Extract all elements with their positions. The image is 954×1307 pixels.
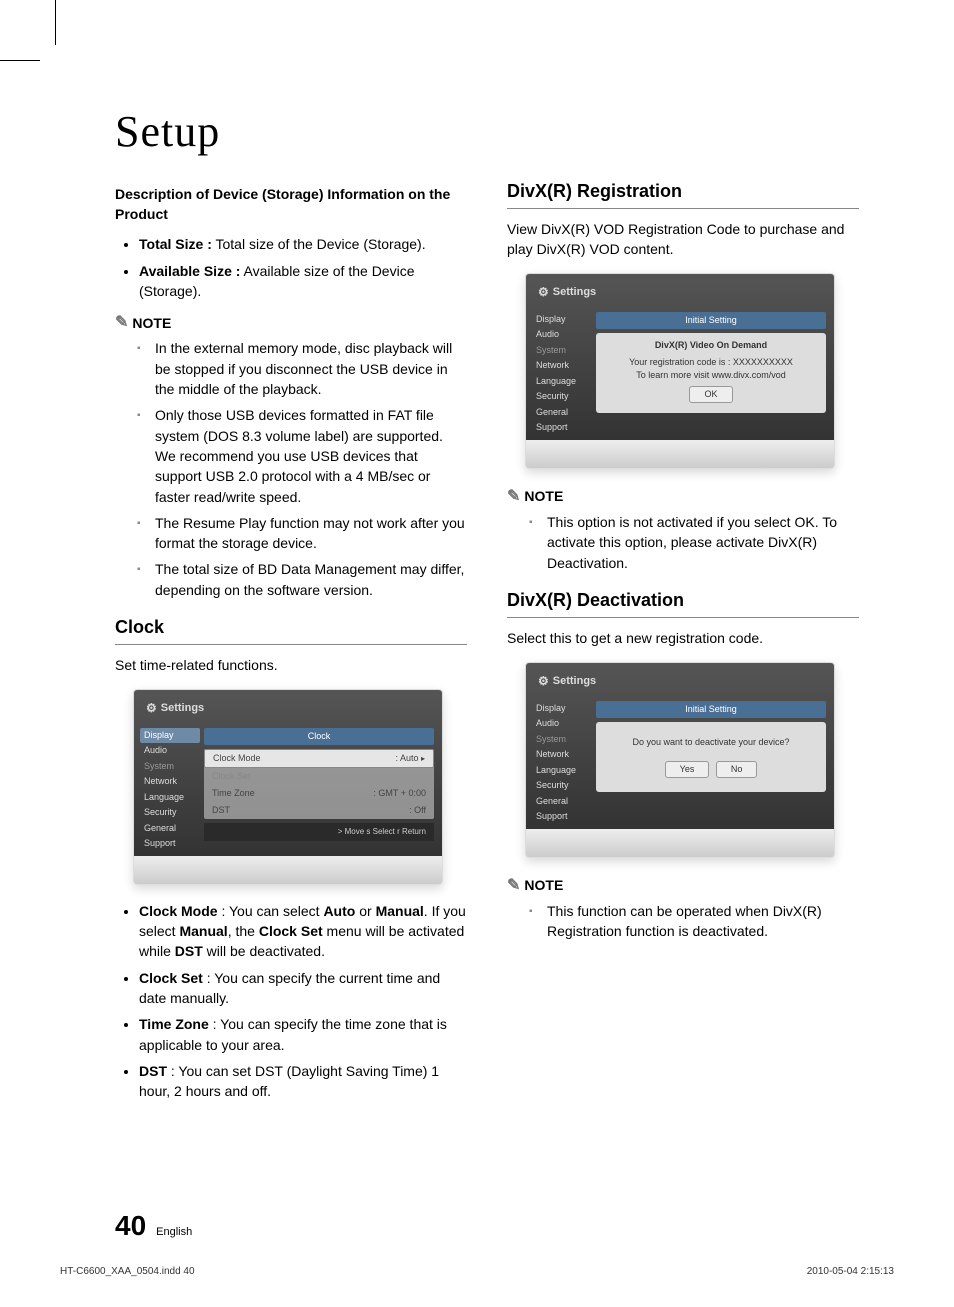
page-number: 40: [115, 1206, 146, 1247]
menu-row: Clock Set: [204, 768, 434, 785]
clock-intro: Set time-related functions.: [115, 655, 467, 675]
ui-main-header: Initial Setting: [596, 701, 826, 718]
divx-reg-ui-screenshot: ⚙Settings Display Audio System Network L…: [525, 273, 835, 468]
storage-bullets: Total Size : Total size of the Device (S…: [115, 234, 467, 301]
sidebar-item[interactable]: Network: [536, 747, 592, 763]
ui-sidebar: Display Audio System Network Language Se…: [526, 308, 592, 440]
dialog: Do you want to deactivate your device? Y…: [596, 722, 826, 792]
sidebar-item[interactable]: Support: [144, 836, 200, 852]
page-footer: 40 English: [115, 1206, 859, 1247]
imprint-line: HT-C6600_XAA_0504.indd 40 2010-05-04 2:1…: [60, 1265, 894, 1280]
ui-sidebar: Display Audio System Network Language Se…: [134, 724, 200, 856]
clock-ui-screenshot: ⚙Settings Display Audio System Network L…: [133, 689, 443, 884]
menu-row[interactable]: Clock Mode: Auto ▸: [204, 749, 434, 768]
ok-button[interactable]: OK: [689, 386, 732, 403]
footer-lang: English: [156, 1225, 192, 1241]
sidebar-item[interactable]: Display: [536, 312, 592, 328]
sidebar-item[interactable]: System: [144, 759, 200, 775]
divx-reg-notes: This option is not activated if you sele…: [507, 512, 859, 573]
sidebar-item[interactable]: Audio: [536, 716, 592, 732]
note-icon: ✎: [507, 874, 520, 897]
storage-notes: In the external memory mode, disc playba…: [115, 338, 467, 600]
indd-file: HT-C6600_XAA_0504.indd 40: [60, 1265, 195, 1280]
chevron-right-icon: ▸: [421, 754, 425, 763]
sidebar-item[interactable]: General: [536, 794, 592, 810]
sidebar-item[interactable]: General: [144, 821, 200, 837]
sidebar-item[interactable]: Language: [144, 790, 200, 806]
list-item: Clock Set : You can specify the current …: [139, 968, 467, 1009]
sidebar-item[interactable]: Language: [536, 763, 592, 779]
yes-button[interactable]: Yes: [665, 761, 710, 778]
sidebar-item[interactable]: Support: [536, 809, 592, 825]
list-item: Clock Mode : You can select Auto or Manu…: [139, 901, 467, 962]
sidebar-item[interactable]: Display: [536, 701, 592, 717]
ui-main-header: Clock: [204, 728, 434, 745]
sidebar-item[interactable]: Audio: [144, 743, 200, 759]
list-item: Total Size : Total size of the Device (S…: [139, 234, 467, 254]
list-item: This function can be operated when DivX(…: [547, 901, 859, 942]
ui-sidebar: Display Audio System Network Language Se…: [526, 697, 592, 829]
divx-reg-intro: View DivX(R) VOD Registration Code to pu…: [507, 219, 859, 260]
content-columns: Description of Device (Storage) Informat…: [115, 178, 859, 1112]
page-title: Setup: [115, 100, 859, 164]
ui-footer: > Move s Select r Return: [204, 823, 434, 841]
sidebar-item[interactable]: Support: [536, 420, 592, 436]
list-item: DST : You can set DST (Daylight Saving T…: [139, 1061, 467, 1102]
note-label: ✎ NOTE: [507, 874, 859, 897]
list-item: Available Size : Available size of the D…: [139, 261, 467, 302]
sidebar-item[interactable]: System: [536, 732, 592, 748]
gear-icon: ⚙: [538, 673, 549, 690]
divx-deact-notes: This function can be operated when DivX(…: [507, 901, 859, 942]
left-column: Description of Device (Storage) Informat…: [115, 178, 467, 1112]
sidebar-item[interactable]: Security: [536, 778, 592, 794]
sidebar-item[interactable]: Security: [144, 805, 200, 821]
note-icon: ✎: [507, 485, 520, 508]
note-icon: ✎: [115, 311, 128, 334]
list-item: Only those USB devices formatted in FAT …: [155, 405, 467, 506]
clock-bullets: Clock Mode : You can select Auto or Manu…: [115, 901, 467, 1102]
sidebar-item[interactable]: Display: [140, 728, 200, 744]
no-button[interactable]: No: [716, 761, 758, 778]
clock-heading: Clock: [115, 614, 467, 645]
sidebar-item[interactable]: Audio: [536, 327, 592, 343]
sidebar-item[interactable]: System: [536, 343, 592, 359]
note-label: ✎ NOTE: [115, 311, 467, 334]
right-column: DivX(R) Registration View DivX(R) VOD Re…: [507, 178, 859, 1112]
sidebar-item[interactable]: General: [536, 405, 592, 421]
menu-row[interactable]: Time Zone: GMT + 0:00: [204, 785, 434, 802]
list-item: This option is not activated if you sele…: [547, 512, 859, 573]
sidebar-item[interactable]: Network: [144, 774, 200, 790]
divx-deact-intro: Select this to get a new registration co…: [507, 628, 859, 648]
sidebar-item[interactable]: Language: [536, 374, 592, 390]
divx-deact-ui-screenshot: ⚙Settings Display Audio System Network L…: [525, 662, 835, 857]
list-item: In the external memory mode, disc playba…: [155, 338, 467, 399]
divx-reg-heading: DivX(R) Registration: [507, 178, 859, 209]
menu-row[interactable]: DST: Off: [204, 802, 434, 819]
gear-icon: ⚙: [146, 700, 157, 717]
divx-deact-heading: DivX(R) Deactivation: [507, 587, 859, 618]
list-item: Time Zone : You can specify the time zon…: [139, 1014, 467, 1055]
storage-heading: Description of Device (Storage) Informat…: [115, 184, 467, 225]
indd-timestamp: 2010-05-04 2:15:13: [807, 1265, 894, 1280]
dialog: DivX(R) Video On Demand Your registratio…: [596, 333, 826, 413]
ui-main-header: Initial Setting: [596, 312, 826, 329]
list-item: The total size of BD Data Management may…: [155, 559, 467, 600]
list-item: The Resume Play function may not work af…: [155, 513, 467, 554]
sidebar-item[interactable]: Network: [536, 358, 592, 374]
note-label: ✎ NOTE: [507, 485, 859, 508]
sidebar-item[interactable]: Security: [536, 389, 592, 405]
gear-icon: ⚙: [538, 284, 549, 301]
